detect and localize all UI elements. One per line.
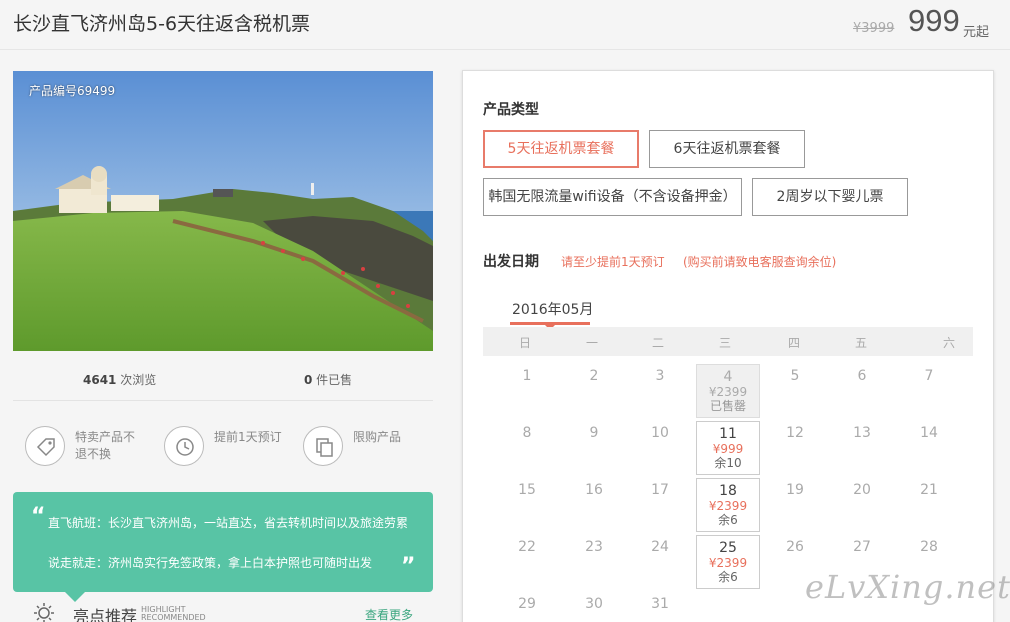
day-number: 18 xyxy=(719,483,737,499)
selling-points-box: “ 直飞航班：长沙直飞济州岛，一站直达，省去转机时间以及旅途劳累 说走就走：济州… xyxy=(13,492,433,602)
weekday-sat: 六 xyxy=(942,336,955,350)
original-price: ¥3999 xyxy=(853,21,895,36)
selling-point: 直飞航班：长沙直飞济州岛，一站直达，省去转机时间以及旅途劳累 xyxy=(48,516,409,530)
calendar-day: 31 xyxy=(651,596,669,612)
month-tab[interactable]: 2016年05月 xyxy=(512,299,593,319)
price-unit: 元起 xyxy=(963,25,990,40)
calendar-day: 1 xyxy=(522,368,532,384)
weekday-mon: 一 xyxy=(585,336,598,350)
product-title: 长沙直飞济州岛5-6天往返含税机票 xyxy=(13,13,311,35)
tag-icon xyxy=(25,426,65,466)
feature-text: 提前1天预订 xyxy=(214,430,282,444)
calendar-day: 19 xyxy=(786,482,804,498)
feature-text: 特卖产品不退不换 xyxy=(75,430,136,461)
day-number: 25 xyxy=(719,540,737,556)
calendar-day: 22 xyxy=(518,539,536,555)
option-6-day-package[interactable]: 6天往返机票套餐 xyxy=(649,130,805,168)
calendar-day: 3 xyxy=(655,368,665,384)
weekday-tue: 二 xyxy=(651,336,664,350)
copy-icon xyxy=(303,426,343,466)
clock-icon xyxy=(164,426,204,466)
highlight-section-header: 亮点推荐 HIGHLIGHT RECOMMENDED 查看更多 xyxy=(13,598,433,622)
view-count-number: 4641 xyxy=(83,373,117,387)
calendar-day: 10 xyxy=(651,425,669,441)
weekday-thu: 四 xyxy=(787,336,800,350)
calendar-day-available[interactable]: 11 ¥999 余10 xyxy=(696,421,760,475)
close-quote-icon: ” xyxy=(401,554,416,579)
open-quote-icon: “ xyxy=(31,504,46,529)
calendar-day: 15 xyxy=(518,482,536,498)
calendar-day: 2 xyxy=(589,368,599,384)
calendar-day: 27 xyxy=(853,539,871,555)
calendar-day: 5 xyxy=(790,368,800,384)
calendar-day: 12 xyxy=(786,425,804,441)
calendar-day: 9 xyxy=(589,425,599,441)
advance-booking-note: 请至少提前1天预订 xyxy=(561,255,665,269)
calendar-day: 14 xyxy=(920,425,938,441)
current-price: 999 xyxy=(908,3,960,38)
calendar-day: 21 xyxy=(920,482,938,498)
calendar-day: 26 xyxy=(786,539,804,555)
calendar-day: 30 xyxy=(585,596,603,612)
view-count: 4641 次浏览 xyxy=(83,371,156,388)
day-remaining: 已售罄 xyxy=(709,399,746,413)
day-remaining: 余6 xyxy=(718,513,738,527)
product-code: 产品编号69499 xyxy=(29,84,116,98)
product-photo[interactable]: 产品编号69499 xyxy=(13,71,433,351)
day-remaining: 余10 xyxy=(714,456,742,470)
jeju-landscape-image xyxy=(13,71,433,351)
day-number: 4 xyxy=(723,369,733,385)
product-stats: 4641 次浏览 0 件已售 xyxy=(13,357,433,401)
product-features: 特卖产品不退不换 提前1天预订 限购产品 xyxy=(13,410,433,482)
highlight-title: 亮点推荐 xyxy=(73,607,138,622)
day-remaining: 余6 xyxy=(718,570,738,584)
product-page: 长沙直飞济州岛5-6天往返含税机票 ¥3999 999 元起 产品编号69499… xyxy=(0,0,1010,622)
calendar-day-sold-out: 4 ¥2399 已售罄 xyxy=(696,364,760,418)
sold-count-label: 件已售 xyxy=(312,373,353,387)
weekday-wed: 三 xyxy=(718,336,731,350)
sold-count: 0 件已售 xyxy=(304,371,352,388)
calendar-day: 24 xyxy=(651,539,669,555)
highlight-subtitle: HIGHLIGHT RECOMMENDED xyxy=(141,606,206,622)
calendar-day: 6 xyxy=(857,368,867,384)
weekday-fri: 五 xyxy=(854,336,867,350)
calendar-day: 20 xyxy=(853,482,871,498)
day-price: ¥999 xyxy=(712,442,744,456)
calendar-day: 17 xyxy=(651,482,669,498)
calendar-day: 7 xyxy=(924,368,934,384)
selling-point: 说走就走：济州岛实行免签政策，拿上白本护照也可随时出发 xyxy=(48,556,373,570)
day-number: 11 xyxy=(719,426,737,442)
call-service-note: (购买前请致电客服查询余位) xyxy=(683,255,837,269)
watermark: eLvXing.net xyxy=(805,568,1010,606)
day-price: ¥2399 xyxy=(708,556,748,570)
calendar-day-available[interactable]: 18 ¥2399 余6 xyxy=(696,478,760,532)
day-price: ¥2399 xyxy=(708,385,748,399)
calendar-day: 28 xyxy=(920,539,938,555)
sun-icon xyxy=(34,603,54,622)
day-price: ¥2399 xyxy=(708,499,748,513)
product-type-label: 产品类型 xyxy=(483,102,539,118)
calendar-day: 23 xyxy=(585,539,603,555)
view-more-link[interactable]: 查看更多 xyxy=(365,606,413,622)
calendar-day-available[interactable]: 25 ¥2399 余6 xyxy=(696,535,760,589)
calendar-day: 29 xyxy=(518,596,536,612)
feature-text: 限购产品 xyxy=(353,430,402,444)
highlight-en-line2: RECOMMENDED xyxy=(141,613,206,622)
month-tab-indicator xyxy=(510,322,590,330)
option-wifi-device[interactable]: 韩国无限流量wifi设备（不含设备押金） xyxy=(483,178,742,216)
calendar-day: 8 xyxy=(522,425,532,441)
calendar-day: 16 xyxy=(585,482,603,498)
option-infant-ticket[interactable]: 2周岁以下婴儿票 xyxy=(752,178,908,216)
weekday-sun: 日 xyxy=(518,336,531,350)
view-count-label: 次浏览 xyxy=(116,373,157,387)
option-5-day-package[interactable]: 5天往返机票套餐 xyxy=(483,130,639,168)
departure-date-label: 出发日期 xyxy=(483,254,539,270)
weekday-header: 日 一 二 三 四 五 六 xyxy=(483,327,973,356)
calendar-day: 13 xyxy=(853,425,871,441)
booking-panel: 产品类型 5天往返机票套餐 6天往返机票套餐 韩国无限流量wifi设备（不含设备… xyxy=(462,70,994,622)
product-header: 长沙直飞济州岛5-6天往返含税机票 ¥3999 999 元起 xyxy=(0,0,1010,50)
